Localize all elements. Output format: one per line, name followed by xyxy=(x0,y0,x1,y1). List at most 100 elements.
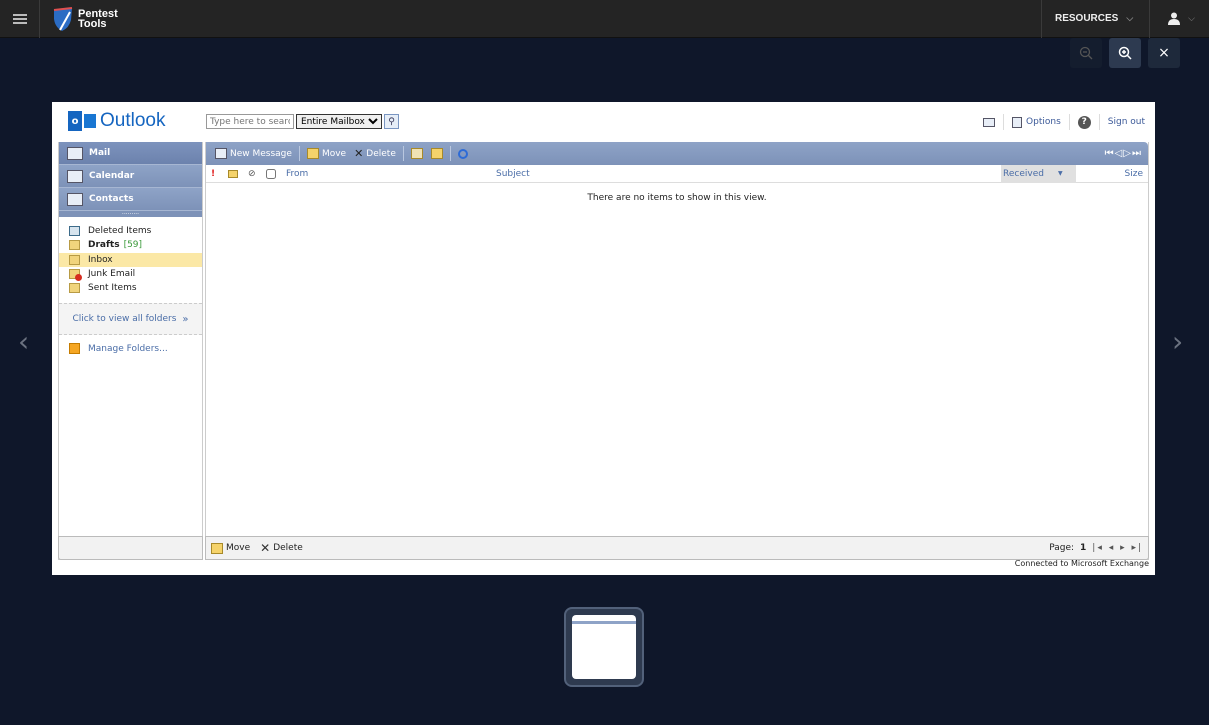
pentest-tools-logo[interactable]: Pentest Tools xyxy=(52,6,118,32)
footer-move-button[interactable]: Move xyxy=(211,542,251,554)
column-headers: ! ⊘ From Subject Received ▼ Size xyxy=(206,164,1148,183)
resources-menu[interactable]: RESOURCES ⌵ xyxy=(1040,0,1151,38)
read-status-column-icon[interactable] xyxy=(228,169,238,178)
junk-folder-icon xyxy=(69,269,82,282)
manage-folders-icon xyxy=(69,343,80,355)
manage-folders-label: Manage Folders... xyxy=(88,343,168,354)
refresh-button[interactable] xyxy=(454,148,472,159)
top-bar: Pentest Tools RESOURCES ⌵ ⌵ xyxy=(0,0,1209,38)
navigation-footer xyxy=(58,536,203,560)
inbox-folder-icon xyxy=(69,254,80,265)
received-label: Received xyxy=(1003,168,1044,179)
trash-icon xyxy=(69,226,80,237)
folder-junk-email[interactable]: Junk Email xyxy=(59,267,202,282)
folder-deleted-items[interactable]: Deleted Items xyxy=(59,224,202,238)
thumbnail[interactable] xyxy=(564,607,644,687)
chevron-down-icon: ⌵ xyxy=(1126,13,1134,23)
folder-drafts[interactable]: Drafts [59] xyxy=(59,238,202,252)
header-links: Options ? Sign out xyxy=(983,114,1145,130)
prev-page-icon[interactable]: ◁ xyxy=(1115,148,1124,159)
attachment-column-icon[interactable]: ⊘ xyxy=(248,169,256,179)
user-menu[interactable]: ⌵ xyxy=(1150,0,1209,38)
resources-label: RESOURCES xyxy=(1054,13,1119,24)
zoom-in-button[interactable] xyxy=(1109,38,1141,68)
thumbnail-preview xyxy=(572,615,636,679)
help-icon[interactable]: ? xyxy=(1077,115,1091,129)
move-label: Move xyxy=(321,148,347,159)
size-column[interactable]: Size xyxy=(1125,169,1143,179)
viewer-controls: × xyxy=(1070,38,1180,68)
sign-out-link[interactable]: Sign out xyxy=(1108,117,1145,127)
nav-contacts[interactable]: Contacts xyxy=(59,188,202,211)
search-input[interactable] xyxy=(206,114,294,129)
first-page-icon[interactable]: ⏮ xyxy=(1105,148,1115,159)
nav-mail-label: Mail xyxy=(89,148,111,158)
delete-label: Delete xyxy=(366,148,396,159)
next-arrow-icon[interactable]: › xyxy=(1172,325,1183,358)
menu-button[interactable] xyxy=(0,0,40,38)
bottom-pager: Page: 1 |◂ ◂ ▸ ▸| xyxy=(1049,543,1143,553)
nav-calendar[interactable]: Calendar xyxy=(59,165,202,188)
mark-unread-button[interactable] xyxy=(427,148,447,159)
page-nav-icons[interactable]: |◂ ◂ ▸ ▸| xyxy=(1092,543,1143,553)
footer-move-label: Move xyxy=(226,543,251,553)
outlook-logo: o Outlook xyxy=(68,110,165,132)
calendar-icon xyxy=(67,169,83,183)
view-all-label: Click to view all folders xyxy=(72,314,177,325)
footer-delete-label: Delete xyxy=(273,543,303,553)
delete-button[interactable]: ✕ Delete xyxy=(350,147,400,160)
brand-line-1: Pentest xyxy=(78,7,118,20)
move-icon xyxy=(211,542,223,554)
nav-calendar-label: Calendar xyxy=(89,171,135,181)
search-button[interactable]: ⚲ xyxy=(384,114,399,129)
screenshot-frame: o Outlook Entire Mailbox ⚲ Options ? Sig… xyxy=(52,102,1155,575)
close-button[interactable]: × xyxy=(1148,38,1180,68)
subject-column[interactable]: Subject xyxy=(496,169,530,179)
sent-folder-icon xyxy=(69,283,80,294)
view-all-folders-link[interactable]: Click to view all folders » xyxy=(59,303,202,336)
folder-list: Deleted Items Drafts [59] Inbox Junk Emai… xyxy=(59,217,202,295)
mark-read-button[interactable] xyxy=(407,148,427,159)
options-link[interactable]: Options xyxy=(1012,116,1061,128)
zoom-out-icon xyxy=(1079,46,1093,60)
search-scope-select[interactable]: Entire Mailbox xyxy=(296,114,382,129)
connection-status: Connected to Microsoft Exchange xyxy=(1014,559,1149,568)
zoom-out-button[interactable] xyxy=(1070,38,1102,68)
top-pager[interactable]: ⏮◁▷⏭ xyxy=(1105,148,1142,159)
nav-contacts-label: Contacts xyxy=(89,194,134,204)
envelope-icon xyxy=(430,148,443,159)
folder-label: Junk Email xyxy=(88,269,136,280)
manage-folders-link[interactable]: Manage Folders... xyxy=(59,343,202,355)
sort-desc-icon: ▼ xyxy=(1057,170,1063,177)
folder-label: Inbox xyxy=(88,254,113,265)
mail-icon xyxy=(67,146,83,160)
search-icon: ⚲ xyxy=(388,116,395,127)
nav-mail[interactable]: Mail xyxy=(59,142,202,165)
previous-arrow-icon[interactable]: ‹ xyxy=(18,325,29,358)
next-page-icon[interactable]: ▷ xyxy=(1123,148,1132,159)
options-label: Options xyxy=(1026,117,1061,127)
open-envelope-icon xyxy=(410,148,423,159)
move-button[interactable]: Move xyxy=(303,148,350,159)
move-icon xyxy=(306,148,319,159)
address-book-icon[interactable] xyxy=(983,117,996,127)
new-message-button[interactable]: New Message xyxy=(211,148,296,159)
folder-label: Deleted Items xyxy=(88,226,152,237)
empty-list-message: There are no items to show in this view. xyxy=(587,193,767,203)
from-column[interactable]: From xyxy=(286,169,308,179)
message-list-pane: New Message Move ✕ Delete ⏮◁▷⏭ ! ⊘ From S… xyxy=(205,142,1149,560)
hamburger-icon xyxy=(12,12,27,26)
last-page-icon[interactable]: ⏭ xyxy=(1132,148,1142,159)
folder-inbox[interactable]: Inbox xyxy=(59,252,202,267)
outlook-logo-text: Outlook xyxy=(100,110,166,131)
importance-column[interactable]: ! xyxy=(211,169,215,179)
contacts-icon xyxy=(67,192,83,206)
received-column[interactable]: Received ▼ xyxy=(1001,164,1076,183)
footer-delete-button[interactable]: ✕ Delete xyxy=(260,541,303,555)
chevron-down-icon: ⌵ xyxy=(1188,13,1195,24)
page-number: 1 xyxy=(1080,543,1087,553)
refresh-icon xyxy=(457,148,468,159)
select-all-checkbox[interactable] xyxy=(266,169,276,179)
folder-sent-items[interactable]: Sent Items xyxy=(59,281,202,295)
unread-count: [59] xyxy=(123,240,143,251)
